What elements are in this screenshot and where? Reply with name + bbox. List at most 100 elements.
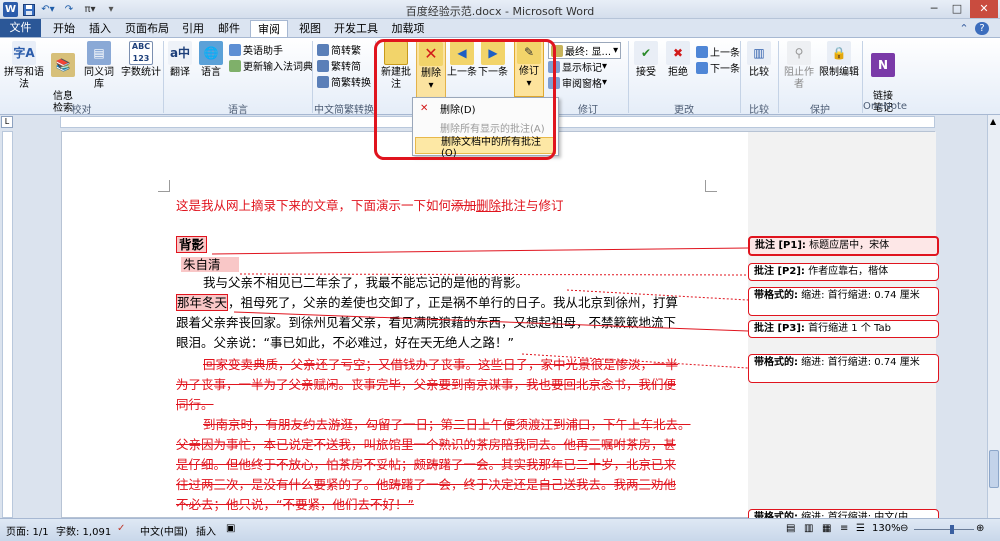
- display-for-review-value: 最终: 显...: [565, 47, 612, 58]
- comment-balloon[interactable]: 批注 [P1]: 标题应居中，宋体: [748, 236, 939, 256]
- comment-balloon[interactable]: 批注 [P2]: 作者应靠右，楷体: [748, 263, 939, 281]
- zoom-slider[interactable]: [914, 529, 974, 530]
- to-simplified-icon: [317, 59, 329, 72]
- group-label-language: 语言: [228, 105, 248, 116]
- format-balloon[interactable]: 带格式的: 缩进: 首行缩进: 0.74 厘米: [748, 287, 939, 316]
- ribbon-tabs: 文件 开始 插入 页面布局 引用 邮件 审阅 视图 开发工具 加载项 ⌃ ?: [0, 19, 1000, 37]
- scroll-thumb[interactable]: [989, 450, 999, 488]
- chevron-down-icon: ▾: [602, 61, 608, 72]
- page-count[interactable]: 页面: 1/1: [6, 523, 49, 538]
- view-print-layout-icon[interactable]: ▤: [786, 523, 795, 534]
- proofing-icon[interactable]: ✓: [117, 523, 125, 534]
- restrict-editing-button[interactable]: 🔒 限制编辑: [819, 41, 859, 79]
- convert-button[interactable]: 简繁转换: [317, 74, 371, 89]
- view-draft-icon[interactable]: ☰: [856, 523, 865, 534]
- english-assistant-icon: [229, 43, 241, 56]
- tab-developer[interactable]: 开发工具: [331, 20, 381, 37]
- close-button[interactable]: ✕: [970, 0, 998, 18]
- compare-icon: ▥: [747, 41, 771, 65]
- insert-mode[interactable]: 插入: [196, 523, 216, 538]
- display-for-review-select[interactable]: 最终: 显... ▾: [548, 42, 622, 59]
- english-assistant-button[interactable]: 英语助手: [229, 42, 283, 57]
- compare-button[interactable]: ▥ 比较: [744, 41, 774, 79]
- format-balloon[interactable]: 带格式的: 缩进: 首行缩进: 0.74 厘米: [748, 354, 939, 383]
- new-comment-icon: [384, 41, 408, 65]
- minimize-button[interactable]: ─: [923, 0, 945, 18]
- tab-home[interactable]: 开始: [48, 20, 80, 37]
- view-full-screen-icon[interactable]: ▥: [804, 523, 813, 534]
- balloon-text: 标题应居中，宋体: [805, 240, 890, 251]
- view-web-icon[interactable]: ▦: [822, 523, 831, 534]
- tab-review[interactable]: 审阅: [250, 20, 288, 37]
- to-traditional-icon: [317, 43, 329, 56]
- tab-page-layout[interactable]: 页面布局: [122, 20, 172, 37]
- compare-label: 比较: [749, 67, 769, 78]
- track-changes-label: 修订: [519, 66, 539, 77]
- status-bar: 页面: 1/1 字数: 1,091 ✓ 中文(中国) 插入 ▣ ▤ ▥ ▦ ≡ …: [0, 518, 1000, 541]
- language-label: 语言: [201, 67, 221, 78]
- zoom-level[interactable]: 130%: [872, 523, 901, 534]
- show-markup-icon: [548, 60, 560, 73]
- minimize-ribbon-icon[interactable]: ⌃: [957, 20, 971, 37]
- comment-balloon[interactable]: 批注 [P3]: 首行缩进 1 个 Tab: [748, 320, 939, 338]
- maximize-button[interactable]: □: [946, 0, 968, 18]
- delete-comment-menu: ✕ 删除(D) 删除所有显示的批注(A) 删除文档中的所有批注(O): [412, 97, 559, 159]
- accept-icon: ✔: [634, 41, 658, 65]
- review-pane-button[interactable]: 审阅窗格 ▾: [548, 75, 607, 90]
- tab-selector[interactable]: L: [1, 116, 13, 128]
- vertical-ruler[interactable]: [2, 131, 13, 518]
- tab-mailings[interactable]: 邮件: [214, 20, 244, 37]
- view-outline-icon[interactable]: ≡: [840, 523, 848, 534]
- word-count[interactable]: 字数: 1,091: [56, 523, 111, 538]
- word-count-button[interactable]: ABC 123 字数统计: [121, 41, 161, 79]
- scroll-up-icon[interactable]: ▲: [990, 117, 996, 126]
- tab-file[interactable]: 文件: [0, 19, 41, 37]
- balloon-head: 批注 [P1]:: [755, 240, 806, 251]
- zoom-out-icon[interactable]: ⊖: [900, 523, 908, 534]
- tab-references[interactable]: 引用: [178, 20, 208, 37]
- track-changes-button[interactable]: ✎ 修订 ▾: [514, 39, 544, 97]
- to-traditional-button[interactable]: 简转繁: [317, 42, 361, 57]
- document-page[interactable]: 这是我从网上摘录下来的文章，下面演示一下如何添加删除批注与修订 背影 朱自清 我…: [61, 131, 939, 523]
- delete-comment-icon: ✕: [419, 42, 443, 66]
- chevron-down-icon: ▾: [613, 45, 619, 56]
- vertical-scrollbar[interactable]: ▲: [987, 115, 1000, 518]
- review-pane-label: 审阅窗格: [562, 79, 602, 90]
- help-icon[interactable]: ?: [975, 22, 989, 35]
- update-ime-button[interactable]: 更新输入法词典: [229, 58, 313, 73]
- to-simplified-button[interactable]: 繁转简: [317, 58, 361, 73]
- convert-label: 简繁转换: [331, 78, 371, 89]
- balloon-head: 批注 [P2]:: [754, 266, 805, 277]
- show-markup-label: 显示标记: [562, 63, 602, 74]
- prev-comment-button[interactable]: ◀ 上一条: [447, 41, 477, 79]
- tab-addins[interactable]: 加载项: [388, 20, 428, 37]
- reject-button[interactable]: ✖ 拒绝: [664, 41, 692, 79]
- show-markup-button[interactable]: 显示标记 ▾: [548, 59, 607, 74]
- thesaurus-button[interactable]: ▤ 同义词库: [80, 41, 118, 91]
- connector-line: [566, 289, 749, 301]
- tab-view[interactable]: 视图: [295, 20, 325, 37]
- next-comment-button[interactable]: ▶ 下一条: [478, 41, 508, 79]
- zoom-in-icon[interactable]: ⊕: [976, 523, 984, 534]
- group-label-onenote: OneNote: [863, 101, 908, 112]
- new-comment-button[interactable]: 新建批注: [377, 41, 415, 91]
- thesaurus-icon: ▤: [87, 41, 111, 65]
- reject-label: 拒绝: [668, 67, 688, 78]
- next-change-button[interactable]: 下一条: [696, 60, 740, 75]
- language-button[interactable]: 🌐 语言: [197, 41, 225, 79]
- accept-button[interactable]: ✔ 接受: [632, 41, 660, 79]
- delete-dropdown-icon: ▾: [428, 80, 434, 91]
- balloon-text: 缩进: 首行缩进: 0.74 厘米: [798, 357, 920, 368]
- track-dropdown-icon: ▾: [526, 78, 532, 89]
- tab-insert[interactable]: 插入: [84, 20, 116, 37]
- delete-comment-button[interactable]: ✕ 删除 ▾: [416, 39, 446, 99]
- menu-item-delete-all[interactable]: 删除文档中的所有批注(O): [415, 137, 556, 159]
- block-authors-button[interactable]: ⚲ 阻止作者: [781, 41, 817, 91]
- language-status[interactable]: 中文(中国): [140, 523, 188, 538]
- menu-item-delete[interactable]: ✕ 删除(D): [415, 100, 556, 117]
- spelling-grammar-button[interactable]: 字A 拼写和语法: [2, 41, 46, 91]
- translate-button[interactable]: a中 翻译: [167, 41, 193, 79]
- prev-change-button[interactable]: 上一条: [696, 44, 740, 59]
- macro-icon[interactable]: ▣: [226, 523, 235, 534]
- zoom-slider-thumb[interactable]: [950, 525, 954, 534]
